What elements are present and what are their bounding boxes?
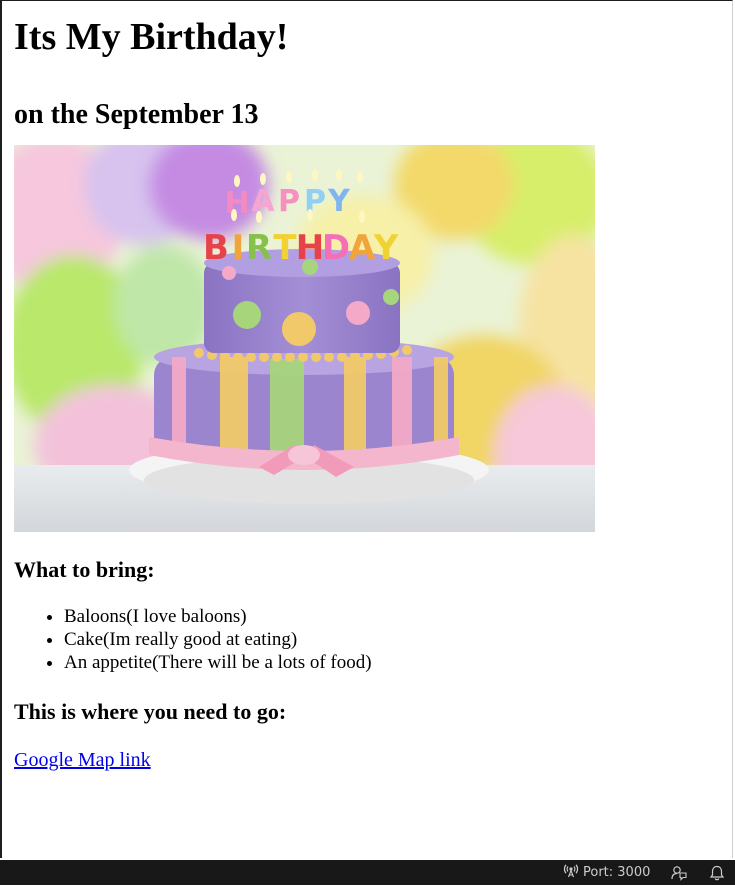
- feedback-icon[interactable]: [670, 864, 688, 882]
- page-title: Its My Birthday!: [14, 16, 289, 58]
- page-content: Its My Birthday! on the September 13: [14, 1, 732, 131]
- browser-viewport: Its My Birthday! on the September 13 H A…: [0, 0, 733, 858]
- port-label: Port: 3000: [583, 865, 651, 880]
- svg-text:Y: Y: [327, 184, 351, 219]
- status-bar: Port: 3000: [0, 860, 735, 885]
- svg-text:T: T: [273, 228, 297, 268]
- svg-text:A: A: [349, 228, 376, 268]
- svg-text:B: B: [203, 228, 229, 268]
- birthday-cake-image: H A P P Y B I R T H D A Y: [14, 145, 595, 532]
- svg-text:D: D: [322, 228, 350, 268]
- location-heading: This is where you need to go:: [14, 699, 287, 724]
- broadcast-icon: [563, 863, 579, 883]
- list-item: Cake(Im really good at eating): [64, 628, 372, 651]
- list-item: An appetite(There will be a lots of food…: [64, 651, 372, 674]
- svg-text:Y: Y: [373, 228, 399, 268]
- bell-icon[interactable]: [708, 864, 726, 882]
- list-item: Baloons(I love baloons): [64, 605, 372, 628]
- port-status-button[interactable]: Port: 3000: [563, 860, 650, 885]
- bring-list: Baloons(I love baloons) Cake(Im really g…: [14, 605, 372, 674]
- svg-text:H: H: [296, 228, 324, 268]
- google-map-link[interactable]: Google Map link: [14, 748, 151, 772]
- svg-text:I: I: [232, 228, 245, 268]
- page-subtitle: on the September 13: [14, 99, 259, 130]
- svg-text:P: P: [278, 184, 300, 219]
- svg-text:R: R: [246, 228, 272, 268]
- what-to-bring-heading: What to bring:: [14, 557, 155, 582]
- candle-letter: H: [224, 186, 249, 221]
- svg-text:A: A: [251, 184, 275, 219]
